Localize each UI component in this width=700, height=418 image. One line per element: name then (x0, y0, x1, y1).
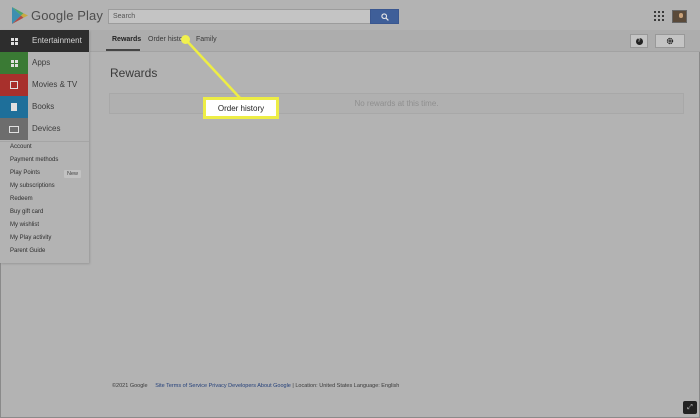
callout-label: Order history (203, 97, 279, 119)
footer-location[interactable]: Location: United States (295, 383, 352, 389)
footer-copyright: ©2021 Google (112, 383, 148, 389)
footer-link-about[interactable]: About Google (257, 383, 291, 389)
footer: ©2021 Google Site Terms of Service Priva… (112, 383, 399, 389)
footer-link-developers[interactable]: Developers (228, 383, 256, 389)
callout-dot (181, 35, 190, 44)
callout-text: Order history (217, 103, 265, 113)
callout-pointer-line (185, 39, 241, 99)
expand-icon[interactable]: ⤢ (683, 401, 697, 414)
footer-language[interactable]: Language: English (354, 383, 400, 389)
footer-link-privacy[interactable]: Privacy (209, 383, 227, 389)
footer-link-terms[interactable]: Site Terms of Service (155, 383, 207, 389)
footer-separator: | (292, 383, 294, 389)
